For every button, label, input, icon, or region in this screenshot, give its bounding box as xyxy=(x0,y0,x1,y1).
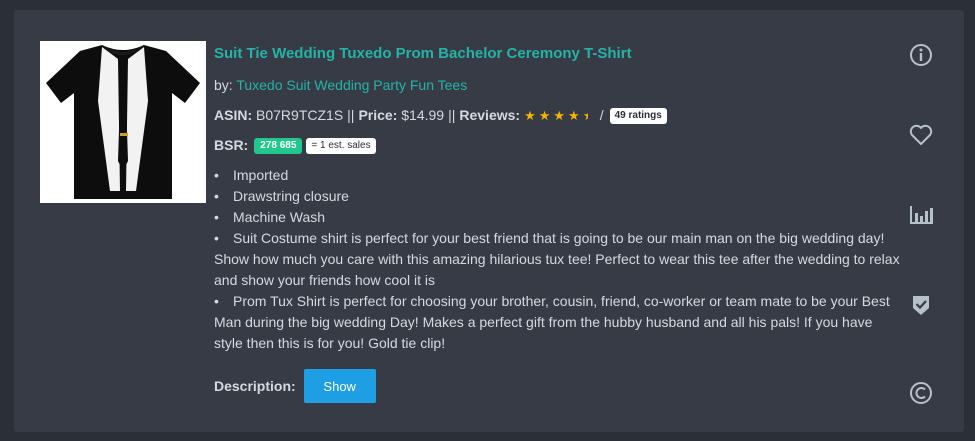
copyright-icon[interactable] xyxy=(906,378,936,408)
feature-text: Prom Tux Shirt is perfect for choosing y… xyxy=(214,293,890,351)
price-value: $14.99 xyxy=(401,107,445,123)
price-label: Price: xyxy=(358,107,398,123)
feature-item: • Machine Wash xyxy=(214,207,904,228)
star-icon: ★ xyxy=(524,107,536,123)
star-icon: ★ xyxy=(568,107,580,123)
bullet: • xyxy=(214,209,219,225)
separator: || xyxy=(448,107,456,123)
rating-slash: / xyxy=(599,107,604,123)
description-label: Description: xyxy=(214,377,296,394)
bullet: • xyxy=(214,167,219,183)
feature-text: Machine Wash xyxy=(233,209,326,225)
product-details: Suit Tie Wedding Tuxedo Prom Bachelor Ce… xyxy=(214,44,904,403)
feature-item: • Suit Costume shirt is perfect for your … xyxy=(214,228,904,291)
star-icon: ★ xyxy=(553,107,566,123)
half-star-icon: ★★ xyxy=(582,107,595,123)
rating-stars: ★ ★ ★ ★ ★★ xyxy=(524,107,596,123)
feature-item: • Prom Tux Shirt is perfect for choosing … xyxy=(214,291,904,354)
ratings-count-badge: 49 ratings xyxy=(609,107,667,124)
byline: by: Tuxedo Suit Wedding Party Fun Tees xyxy=(214,75,904,96)
bsr-badge: 278 685 xyxy=(254,137,303,154)
feature-text: Suit Costume shirt is perfect for your b… xyxy=(214,230,900,288)
by-label: by: xyxy=(214,77,233,93)
feature-list: • Imported • Drawstring closure • Machine W… xyxy=(214,165,904,354)
asin-value: B07R9TCZ1S xyxy=(256,107,344,123)
brand-link[interactable]: Tuxedo Suit Wedding Party Fun Tees xyxy=(236,77,467,93)
product-card: Suit Tie Wedding Tuxedo Prom Bachelor Ce… xyxy=(14,10,964,432)
feature-text: Drawstring closure xyxy=(233,188,349,204)
show-description-button[interactable]: Show xyxy=(303,369,376,403)
feature-item: • Drawstring closure xyxy=(214,186,904,207)
star-icon: ★ xyxy=(538,107,551,123)
heart-icon[interactable] xyxy=(906,120,936,150)
bar-chart-icon[interactable] xyxy=(906,200,936,230)
asin-label: ASIN: xyxy=(214,107,253,123)
product-title[interactable]: Suit Tie Wedding Tuxedo Prom Bachelor Ce… xyxy=(214,44,904,64)
bullet: • xyxy=(214,293,219,309)
separator: || xyxy=(347,107,355,123)
product-image[interactable] xyxy=(40,41,206,203)
bullet: • xyxy=(214,188,219,204)
product-meta: ASIN: B07R9TCZ1S || Price: $14.99 || Rev… xyxy=(214,105,904,126)
shield-check-icon[interactable] xyxy=(906,290,936,320)
reviews-label: Reviews: xyxy=(459,107,521,123)
bsr-row: BSR: 278 685 = 1 est. sales xyxy=(214,135,904,156)
tshirt-image xyxy=(40,41,206,203)
bsr-label: BSR: xyxy=(214,137,249,153)
info-icon[interactable] xyxy=(906,40,936,70)
feature-item: • Imported xyxy=(214,165,904,186)
bullet: • xyxy=(214,230,219,246)
feature-text: Imported xyxy=(233,167,289,183)
est-sales-badge: = 1 est. sales xyxy=(306,137,376,154)
description-row: Description: Show xyxy=(214,369,904,403)
